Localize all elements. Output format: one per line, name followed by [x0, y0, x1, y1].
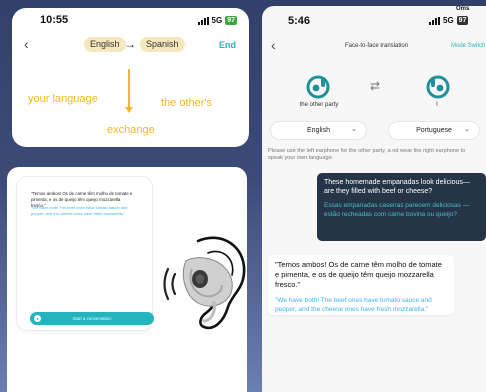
translated-message: "We have both! The beef ones have tomato…: [275, 297, 432, 313]
target-language-pill[interactable]: Spanish: [140, 37, 185, 52]
chevron-down-icon: ⌄: [464, 126, 470, 133]
status-time: 10:55: [40, 14, 69, 26]
chevron-down-icon: ⌄: [351, 126, 357, 133]
your-language-label: your language: [28, 93, 98, 105]
microphone-icon: ●: [34, 315, 41, 322]
portuguese-message: "Temos ambos! Os de carne têm molho de t…: [275, 260, 442, 289]
right-language-select[interactable]: Portuguese ⌄: [389, 122, 479, 139]
exchange-label: exchange: [107, 124, 155, 136]
face-to-face-translation-screen: 5:46 Oms 5G 97 ‹ Face-to-face translatio…: [262, 6, 486, 392]
chevron-left-icon[interactable]: ‹: [271, 37, 276, 53]
usage-hint: Please use the left earphone for the oth…: [268, 148, 466, 161]
arrow-down-icon: [125, 107, 133, 113]
earphone-conversation-panel: "Temos ambos! Os de carne têm molho de t…: [7, 167, 247, 392]
arrow-right-icon: →: [124, 37, 136, 51]
flow-line: [128, 69, 130, 109]
left-earphone-icon[interactable]: [304, 73, 332, 101]
battery-icon: 97: [225, 16, 237, 25]
carrier-label: Oms: [456, 6, 470, 12]
left-party-label: the other party: [299, 102, 339, 108]
status-bar: 10:55 5G 97: [12, 8, 249, 30]
translation-text: "We have both! The beef ones have tomato…: [31, 205, 128, 216]
right-earphone-icon[interactable]: [424, 73, 452, 101]
chevron-left-icon[interactable]: ‹: [24, 36, 29, 52]
start-conversation-button[interactable]: ● Start a conversation: [30, 312, 154, 325]
left-language-select[interactable]: English ⌄: [271, 122, 366, 139]
status-indicators: 5G 97: [197, 16, 237, 25]
dark-chat-bubble: These homemade empanadas look delicious—…: [317, 173, 486, 241]
source-language-pill[interactable]: English: [84, 37, 126, 52]
right-party-label: I: [436, 102, 438, 108]
end-button[interactable]: End: [219, 40, 236, 50]
phone-mockup: "Temos ambos! Os de carne têm molho de t…: [17, 177, 154, 330]
others-language-label: the other's: [161, 97, 213, 109]
swap-arrows-icon[interactable]: ⇄: [370, 79, 380, 93]
page-title: Face-to-face translation: [345, 43, 409, 49]
ear-with-earphone-icon: [163, 236, 246, 330]
light-chat-bubble: "Temos ambos! Os de carne têm molho de t…: [268, 255, 454, 315]
language-exchange-panel: 10:55 5G 97 ‹ English → Spanish End your…: [12, 8, 249, 147]
signal-icon: [429, 16, 440, 25]
start-conversation-label: Start a conversation: [72, 316, 112, 321]
english-message: These homemade empanadas look delicious—…: [324, 179, 470, 195]
status-bar: 5:46 Oms 5G 97: [262, 6, 486, 28]
network-label: 5G: [443, 16, 454, 25]
right-language-value: Portuguese: [416, 127, 452, 134]
left-language-value: English: [307, 127, 330, 134]
signal-icon: [197, 16, 209, 25]
status-time: 5:46: [288, 15, 311, 27]
translated-message: Essas empanadas caseiras parecem delicio…: [324, 202, 470, 218]
mode-switch-link[interactable]: Mode Switch: [451, 43, 485, 49]
network-label: 5G: [211, 16, 223, 25]
battery-icon: 97: [456, 16, 469, 25]
status-indicators: 5G 97: [429, 16, 469, 25]
